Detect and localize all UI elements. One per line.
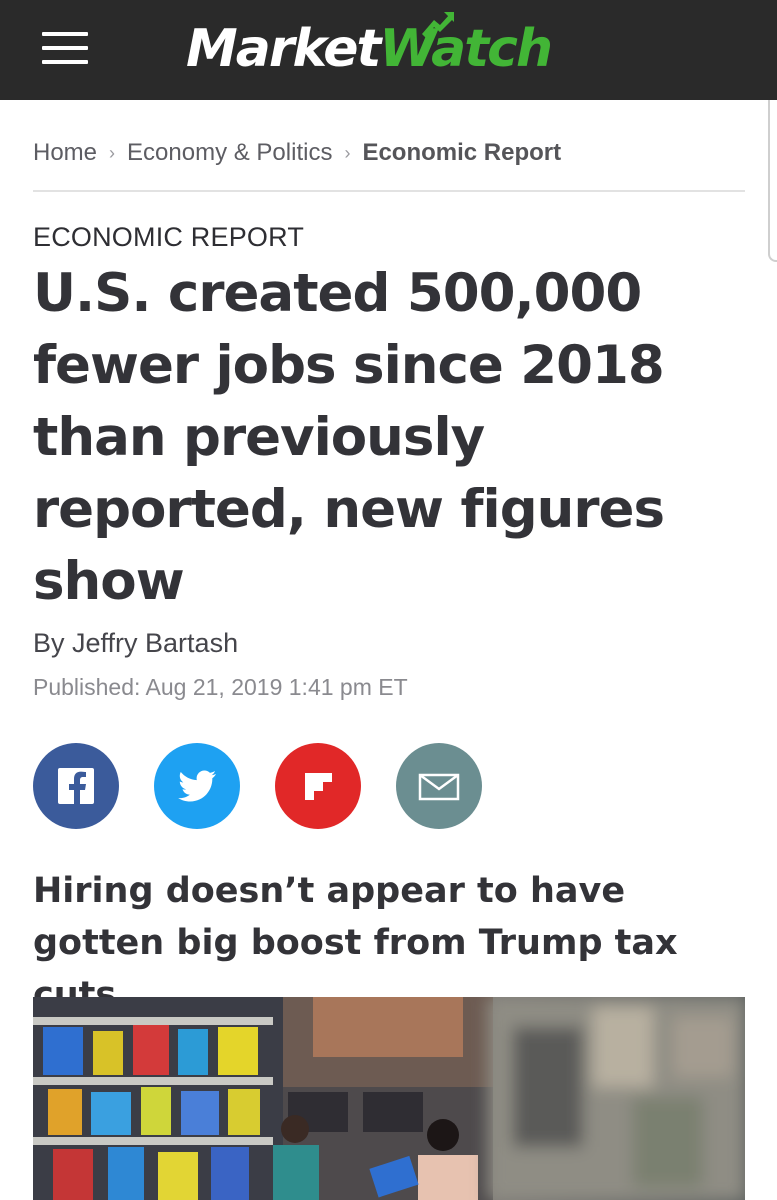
logo-arrow-icon [422, 12, 454, 38]
author-link[interactable]: By Jeffry Bartash [33, 628, 238, 658]
breadcrumb-economy-politics[interactable]: Economy & Politics [127, 139, 332, 167]
flipboard-icon [305, 773, 332, 800]
facebook-share-button[interactable] [33, 743, 119, 829]
article-kicker[interactable]: ECONOMIC REPORT [33, 222, 304, 253]
twitter-share-button[interactable] [154, 743, 240, 829]
breadcrumb-divider [33, 190, 745, 192]
twitter-bird-icon [178, 770, 216, 802]
logo-market-text: Market [186, 19, 381, 79]
published-timestamp: Published: Aug 21, 2019 1:41 pm ET [33, 674, 408, 700]
article-headline: U.S. created 500,000 fewer jobs since 20… [33, 263, 665, 612]
article-hero-image[interactable] [33, 997, 745, 1200]
top-navigation-bar: MarketWatch [0, 0, 777, 100]
page-scroll-edge [768, 100, 777, 262]
chevron-right-icon: › [344, 142, 351, 163]
envelope-icon [418, 773, 460, 801]
facebook-icon [58, 768, 94, 804]
marketwatch-logo[interactable]: MarketWatch [186, 14, 553, 84]
breadcrumb-home[interactable]: Home [33, 139, 97, 167]
chevron-right-icon: › [109, 142, 116, 163]
article-byline: By Jeffry Bartash [33, 628, 238, 659]
store-aisle-photo [33, 997, 745, 1200]
breadcrumb-economic-report[interactable]: Economic Report [362, 139, 561, 167]
hamburger-menu-icon[interactable] [42, 30, 88, 66]
email-share-button[interactable] [396, 743, 482, 829]
flipboard-share-button[interactable] [275, 743, 361, 829]
breadcrumb: Home › Economy & Politics › Economic Rep… [33, 133, 561, 173]
logo-watch-text: Watch [379, 19, 553, 79]
